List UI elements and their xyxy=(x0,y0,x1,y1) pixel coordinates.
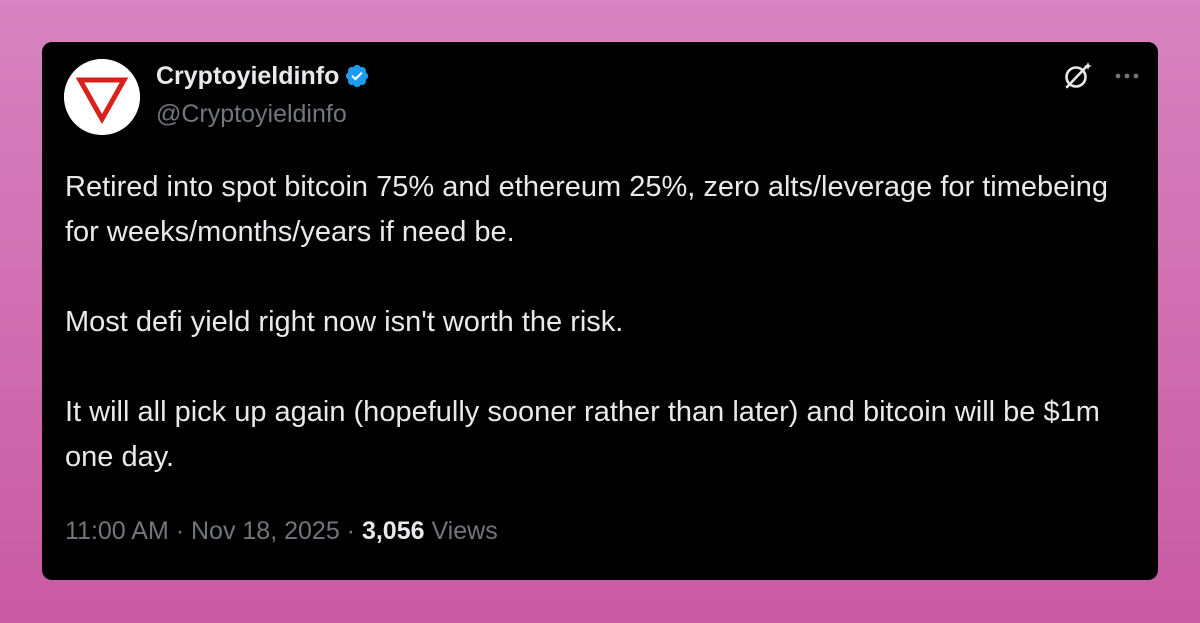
tweet-text: Retired into spot bitcoin 75% and ethere… xyxy=(65,165,1135,480)
tweet-paragraph: Most defi yield right now isn't worth th… xyxy=(65,306,624,338)
author-avatar[interactable] xyxy=(64,59,140,135)
verified-badge-icon xyxy=(344,63,370,89)
tweet-time[interactable]: 11:00 AM xyxy=(65,517,169,545)
tweet-paragraph: It will all pick up again (hopefully soo… xyxy=(65,396,1100,473)
author-name-row[interactable]: Cryptoyieldinfo xyxy=(156,59,370,93)
author-handle[interactable]: @Cryptoyieldinfo xyxy=(156,98,347,130)
red-inverted-triangle-logo-icon xyxy=(64,59,140,135)
grok-icon[interactable] xyxy=(1061,60,1093,92)
more-options-icon[interactable] xyxy=(1111,62,1143,90)
tweet-meta: 11:00 AM · Nov 18, 2025 · 3,056 Views xyxy=(65,513,498,549)
tweet-card: Cryptoyieldinfo @Cryptoyieldinfo Retired… xyxy=(42,42,1158,580)
meta-separator: · xyxy=(339,517,362,545)
tweet-paragraph: Retired into spot bitcoin 75% and ethere… xyxy=(65,171,1108,248)
tweet-date[interactable]: Nov 18, 2025 xyxy=(191,517,340,545)
meta-separator: · xyxy=(168,517,191,545)
author-name[interactable]: Cryptoyieldinfo xyxy=(156,59,339,93)
views-count[interactable]: 3,056 xyxy=(362,517,425,545)
views-label: Views xyxy=(431,517,498,545)
